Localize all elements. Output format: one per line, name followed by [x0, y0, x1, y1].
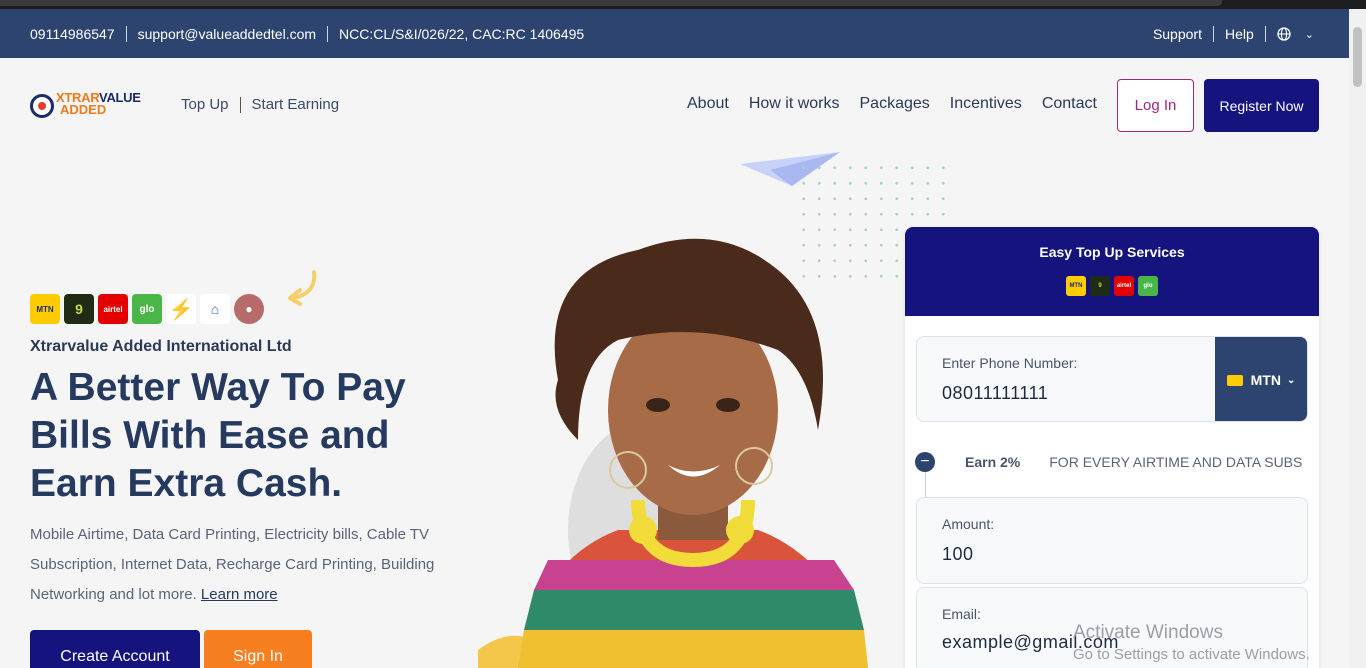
register-button[interactable]: Register Now — [1204, 79, 1319, 132]
page-scrollbar[interactable] — [1349, 9, 1366, 668]
windows-activation-watermark: Activate Windows Go to Settings to activ… — [1073, 622, 1310, 663]
amount-field[interactable]: Amount: 100 — [916, 497, 1308, 584]
divider — [125, 26, 127, 42]
card-header: Easy Top Up Services MTN 9 airtel glo — [905, 227, 1319, 316]
create-account-button[interactable]: Create Account — [30, 630, 200, 668]
license-text: NCC:CL/S&I/026/22, CAC:RC 1406495 — [339, 26, 585, 42]
phone-input[interactable]: 08011111111 — [942, 383, 1048, 404]
support-link[interactable]: Support — [1153, 26, 1202, 42]
mtn-icon: MTN — [30, 294, 60, 324]
divider — [327, 26, 329, 42]
help-link[interactable]: Help — [1225, 26, 1254, 42]
sign-in-button[interactable]: Sign In — [204, 630, 312, 668]
phone-label: Enter Phone Number: — [942, 355, 1078, 371]
logo-mark — [30, 94, 54, 118]
chevron-down-icon[interactable]: ⌄ — [1305, 28, 1314, 41]
contact-email[interactable]: support@valueaddedtel.com — [138, 26, 316, 42]
mtn-icon — [1226, 374, 1243, 386]
network-select-value: MTN — [1250, 372, 1281, 388]
divider — [239, 96, 241, 113]
airtel-icon: airtel — [1114, 276, 1134, 296]
hero-description: Mobile Airtime, Data Card Printing, Elec… — [30, 520, 450, 610]
9mobile-icon: 9 — [64, 294, 94, 324]
nav-about[interactable]: About — [687, 95, 729, 113]
internet-globe-icon: ● — [234, 294, 264, 324]
earn-note: FOR EVERY AIRTIME AND DATA SUBS — [1049, 454, 1303, 470]
building-icon: ⌂ — [200, 294, 230, 324]
network-icons: MTN 9 airtel glo ⚡ ⌂ ● — [30, 294, 264, 324]
glo-icon: glo — [1138, 276, 1158, 296]
email-label: Email: — [942, 606, 981, 622]
top-up-card: Easy Top Up Services MTN 9 airtel glo En… — [905, 227, 1319, 668]
9mobile-icon: 9 — [1090, 276, 1110, 296]
nav-incentives[interactable]: Incentives — [950, 95, 1022, 113]
amount-input[interactable]: 100 — [942, 544, 974, 565]
sub-nav: Top Up Start Earning — [181, 96, 339, 113]
browser-chrome — [0, 0, 1366, 9]
amount-label: Amount: — [942, 516, 995, 532]
hero-woman-photo — [478, 238, 868, 668]
collapse-minus-icon[interactable]: − — [915, 452, 935, 472]
watermark-subtitle: Go to Settings to activate Windows. — [1073, 646, 1310, 663]
divider — [1264, 26, 1266, 42]
site-logo[interactable]: XTRARVALUE ADDED — [30, 90, 158, 120]
nav-how-it-works[interactable]: How it works — [749, 95, 840, 113]
login-button[interactable]: Log In — [1117, 79, 1194, 132]
airtel-icon: airtel — [98, 294, 128, 324]
glo-icon: glo — [132, 294, 162, 324]
main-nav: About How it works Packages Incentives C… — [687, 95, 1117, 113]
chevron-down-icon: ⌄ — [1286, 374, 1296, 386]
company-name: Xtrarvalue Added International Ltd — [30, 338, 292, 355]
network-select[interactable]: MTN ⌄ — [1215, 337, 1307, 421]
earn-rate: Earn 2% — [965, 454, 1021, 470]
top-info-bar: 09114986547 support@valueaddedtel.com NC… — [0, 9, 1366, 58]
card-title: Easy Top Up Services — [1039, 244, 1185, 260]
globe-icon[interactable] — [1277, 27, 1291, 41]
logo-text: ADDED — [60, 102, 107, 117]
browser-tab-strip — [0, 0, 1222, 6]
nav-start-earning[interactable]: Start Earning — [252, 96, 340, 113]
nav-packages[interactable]: Packages — [860, 95, 930, 113]
contact-phone[interactable]: 09114986547 — [30, 26, 115, 42]
mtn-icon: MTN — [1066, 276, 1086, 296]
phone-number-field[interactable]: Enter Phone Number: 08011111111 MTN ⌄ — [916, 336, 1308, 422]
learn-more-link[interactable]: Learn more — [201, 586, 278, 603]
nav-top-up[interactable]: Top Up — [181, 96, 229, 113]
earn-row: − Earn 2% FOR EVERY AIRTIME AND DATA SUB… — [915, 447, 1315, 477]
hero-headline: A Better Way To Pay Bills With Ease and … — [30, 366, 406, 505]
electricity-icon: ⚡ — [166, 294, 196, 324]
card-network-icons: MTN 9 airtel glo — [905, 276, 1319, 296]
curved-arrow-icon — [288, 270, 317, 306]
scrollbar-thumb[interactable] — [1353, 27, 1362, 87]
divider — [1212, 26, 1214, 42]
watermark-title: Activate Windows — [1073, 622, 1223, 643]
nav-contact[interactable]: Contact — [1042, 95, 1097, 113]
